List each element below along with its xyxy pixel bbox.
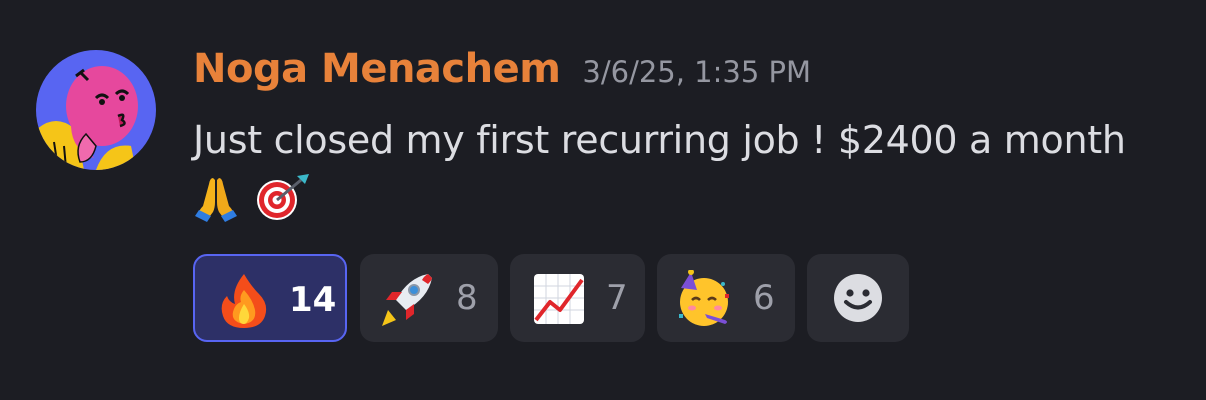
reaction-count: 6 (753, 278, 775, 318)
chat-message: Noga Menachem 3/6/25, 1:35 PM Just close… (0, 0, 1206, 400)
message-header: Noga Menachem 3/6/25, 1:35 PM (193, 46, 811, 102)
author-name[interactable]: Noga Menachem (193, 46, 561, 92)
reaction-chart-increasing[interactable]: 7 (510, 254, 645, 342)
fire-icon (221, 274, 267, 328)
reaction-count: 7 (606, 278, 628, 318)
direct-hit-emoji-icon (253, 172, 311, 241)
message-timestamp[interactable]: 3/6/25, 1:35 PM (582, 55, 811, 89)
reaction-count: 14 (289, 280, 337, 320)
add-reaction-smiley-icon (834, 274, 882, 322)
chart-increasing-icon (534, 274, 584, 324)
avatar[interactable] (36, 50, 156, 170)
rocket-icon (382, 274, 432, 326)
reaction-count: 8 (456, 278, 478, 318)
partying-face-icon (679, 270, 729, 326)
message-content: Just closed my first recurring job ! $24… (193, 108, 1153, 241)
reaction-fire[interactable]: 14 (193, 254, 347, 342)
avatar-image (36, 50, 156, 170)
message-text: Just closed my first recurring job ! $24… (193, 118, 1126, 162)
folded-hands-emoji-icon (193, 172, 239, 241)
reaction-partying-face[interactable]: 6 (657, 254, 795, 342)
add-reaction-button[interactable] (807, 254, 909, 342)
reaction-rocket[interactable]: 8 (360, 254, 498, 342)
